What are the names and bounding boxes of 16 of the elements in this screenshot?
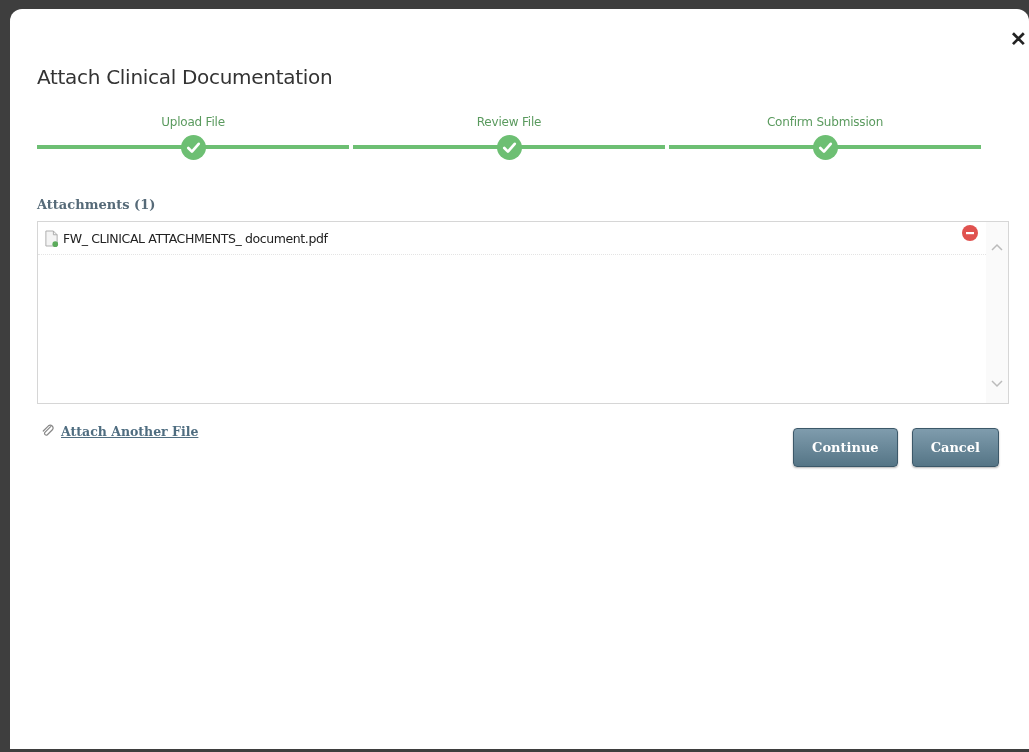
attach-another-file-link[interactable]: Attach Another File bbox=[61, 423, 199, 439]
attachments-heading: Attachments (1) bbox=[37, 197, 157, 212]
paperclip-icon bbox=[41, 424, 55, 438]
dialog-title: Attach Clinical Documentation bbox=[37, 64, 334, 89]
scroll-up-icon[interactable] bbox=[990, 242, 1004, 252]
step-label: Confirm Submission bbox=[766, 115, 884, 131]
scrollbar[interactable] bbox=[986, 222, 1008, 403]
scroll-down-icon[interactable] bbox=[990, 379, 1004, 389]
step-label: Upload File bbox=[161, 115, 225, 131]
dialog-button[interactable]: Cancel bbox=[911, 428, 999, 467]
file-icon bbox=[44, 229, 59, 247]
step-label: Review File bbox=[476, 115, 542, 131]
dialog-button[interactable]: Continue bbox=[793, 428, 898, 467]
file-name: FW_ CLINICAL ATTACHMENTS_ document.pdf bbox=[63, 230, 328, 246]
close-button[interactable]: ✕ bbox=[1010, 27, 1027, 51]
remove-icon[interactable] bbox=[962, 225, 978, 241]
